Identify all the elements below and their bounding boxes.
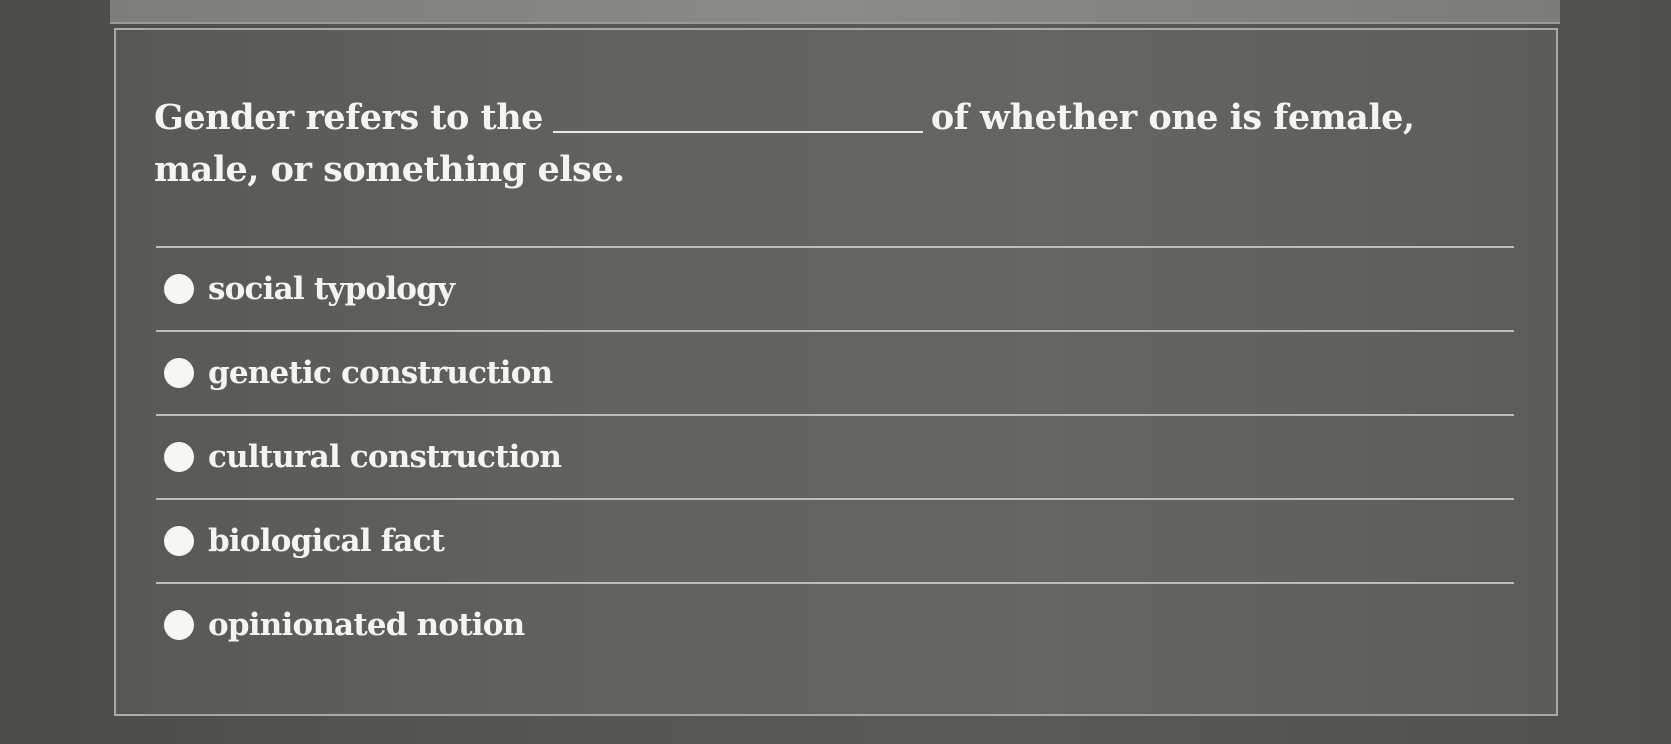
- radio-button[interactable]: [164, 358, 194, 388]
- radio-button[interactable]: [164, 274, 194, 304]
- question-prefix: Gender refers to the: [154, 97, 543, 138]
- header-strip: [110, 0, 1560, 24]
- question-card: Gender refers to the of whether one is fe…: [114, 28, 1558, 716]
- question-text: Gender refers to the of whether one is fe…: [154, 92, 1474, 196]
- option-cultural-construction[interactable]: cultural construction: [156, 414, 1514, 498]
- radio-button[interactable]: [164, 442, 194, 472]
- answer-options: social typology genetic construction cul…: [156, 246, 1514, 666]
- fill-in-blank: [552, 131, 923, 133]
- option-social-typology[interactable]: social typology: [156, 246, 1514, 330]
- option-label: biological fact: [208, 523, 445, 559]
- option-biological-fact[interactable]: biological fact: [156, 498, 1514, 582]
- option-label: social typology: [208, 271, 455, 307]
- option-label: cultural construction: [208, 439, 562, 475]
- option-label: genetic construction: [208, 355, 553, 391]
- option-label: opinionated notion: [208, 607, 525, 643]
- radio-button[interactable]: [164, 526, 194, 556]
- option-genetic-construction[interactable]: genetic construction: [156, 330, 1514, 414]
- radio-button[interactable]: [164, 610, 194, 640]
- option-opinionated-notion[interactable]: opinionated notion: [156, 582, 1514, 666]
